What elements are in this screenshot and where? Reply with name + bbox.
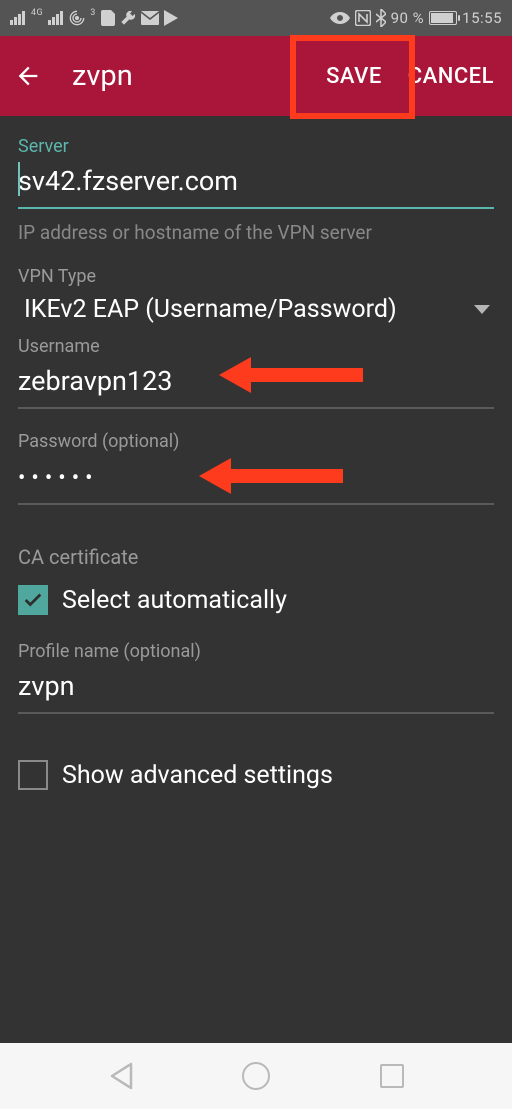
form-content: Server sv42.fzserver.com IP address or h… (0, 116, 512, 802)
username-value: zebravpn123 (18, 365, 172, 397)
password-value-masked: •••••• (18, 466, 99, 491)
square-icon (380, 1064, 404, 1088)
status-right: 90 % 15:55 (330, 9, 502, 27)
eye-icon (330, 12, 350, 24)
wrench-icon (120, 10, 136, 26)
clock: 15:55 (462, 9, 502, 27)
back-icon[interactable] (14, 62, 42, 90)
server-value: sv42.fzserver.com (18, 165, 238, 197)
profile-value: zvpn (18, 670, 75, 702)
lte-label: 4G (31, 8, 43, 18)
advanced-label: Show advanced settings (62, 761, 333, 790)
ca-auto-row[interactable]: Select automatically (18, 585, 494, 615)
mail-icon (141, 11, 159, 25)
play-icon (164, 10, 178, 26)
nav-back-button[interactable] (106, 1061, 136, 1091)
password-label: Password (optional) (18, 431, 494, 452)
battery-percent: 90 % (391, 9, 425, 27)
signal-icon-2 (48, 11, 64, 25)
app-bar: zvpn SAVE CANCEL (0, 36, 512, 116)
advanced-checkbox[interactable] (18, 760, 48, 790)
nav-home-button[interactable] (241, 1061, 271, 1091)
check-icon (22, 589, 44, 611)
signal-icon (10, 11, 26, 25)
server-helper: IP address or hostname of the VPN server (18, 221, 494, 244)
page-title: zvpn (72, 59, 133, 93)
username-label: Username (18, 336, 494, 357)
save-button[interactable]: SAVE (322, 58, 386, 95)
cancel-button[interactable]: CANCEL (404, 58, 498, 95)
advanced-row[interactable]: Show advanced settings (18, 760, 494, 790)
badge-3: 3 (90, 8, 96, 18)
profile-input[interactable]: zvpn (18, 662, 494, 714)
username-input[interactable]: zebravpn123 (18, 357, 494, 409)
vpntype-label: VPN Type (18, 266, 494, 287)
android-nav-bar (0, 1043, 512, 1109)
vpntype-value: IKEv2 EAP (Username/Password) (24, 295, 397, 324)
ca-auto-label: Select automatically (62, 586, 287, 615)
nav-recents-button[interactable] (377, 1061, 407, 1091)
sim-icon (101, 10, 115, 26)
hotspot-icon (69, 10, 85, 26)
ca-certificate-label: CA certificate (18, 545, 494, 569)
circle-icon (242, 1062, 270, 1090)
status-left: 4G 3 (10, 10, 178, 26)
battery-icon (429, 11, 457, 25)
vpntype-select[interactable]: IKEv2 EAP (Username/Password) (18, 287, 494, 336)
chevron-down-icon (474, 305, 490, 314)
text-caret (18, 162, 20, 196)
status-bar: 4G 3 90 % 15:55 (0, 0, 512, 36)
server-label: Server (18, 136, 494, 157)
profile-label: Profile name (optional) (18, 641, 494, 662)
bluetooth-icon (376, 9, 386, 27)
server-input[interactable]: sv42.fzserver.com (18, 157, 494, 209)
appbar-actions: SAVE CANCEL (322, 58, 498, 95)
nfc-icon (355, 10, 371, 26)
ca-auto-checkbox[interactable] (18, 585, 48, 615)
password-input[interactable]: •••••• (18, 452, 494, 505)
